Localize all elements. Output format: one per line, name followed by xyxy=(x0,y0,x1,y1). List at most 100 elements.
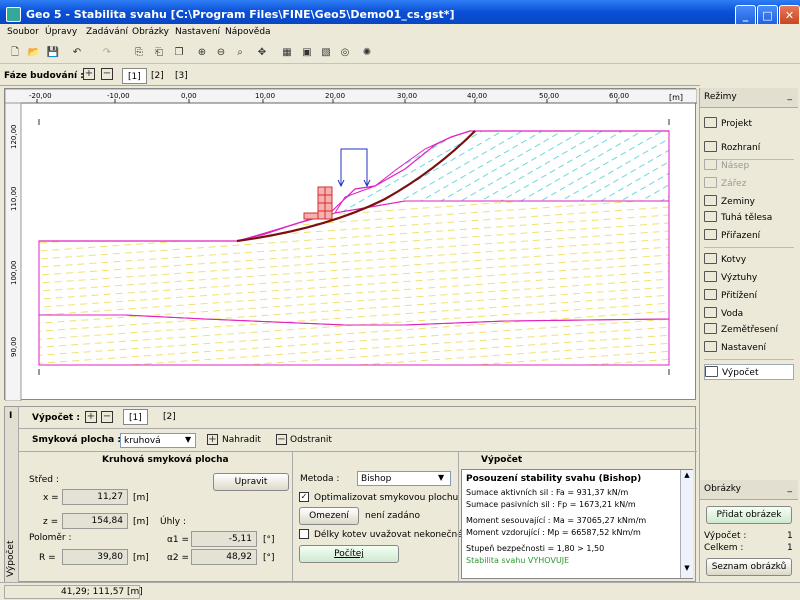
a2-field[interactable]: 48,92 xyxy=(191,549,257,565)
menu-upravy[interactable]: Úpravy xyxy=(45,27,77,37)
calc-label: Výpočet : xyxy=(32,413,80,423)
slip-type-select[interactable]: kruhová ▼ xyxy=(120,433,196,448)
app-icon xyxy=(6,7,21,22)
minimize-button[interactable]: _ xyxy=(735,5,756,26)
menu-nastaveni[interactable]: Nastavení xyxy=(175,27,220,37)
edit-button[interactable]: Upravit xyxy=(213,473,289,491)
add-image-button[interactable]: Přidat obrázek xyxy=(706,506,792,524)
undo-icon[interactable]: ↶ xyxy=(70,46,84,60)
fit-icon[interactable]: ▧ xyxy=(319,46,333,60)
menu-napoveda[interactable]: Nápověda xyxy=(225,27,271,37)
optimize-label: Optimalizovat smykovou plochu xyxy=(314,493,459,503)
mode-item-nasep[interactable]: Násep xyxy=(704,158,794,174)
mode-item-nastaveni[interactable]: Nastavení xyxy=(704,340,794,356)
status-bar: 41,29; 111,57 [m] xyxy=(0,582,800,600)
menu-obrazky[interactable]: Obrázky xyxy=(132,27,169,37)
mode-item-rozhrani[interactable]: Rozhraní xyxy=(704,140,794,156)
mode-item-label: Zemětřesení xyxy=(721,325,779,335)
mode-item-label: Přiřazení xyxy=(721,231,761,241)
r-field[interactable]: 39,80 xyxy=(62,549,128,565)
zoom-in-icon[interactable]: ⊕ xyxy=(195,46,209,60)
mode-item-label: Násep xyxy=(721,161,750,171)
add-stage-icon[interactable]: + xyxy=(83,68,95,80)
select-box-icon[interactable]: ▣ xyxy=(300,46,314,60)
zoom-out-icon[interactable]: ⊖ xyxy=(214,46,228,60)
image-list-button[interactable]: Seznam obrázků xyxy=(706,558,792,576)
new-file-icon[interactable]: 🗋 xyxy=(8,46,22,60)
paste-stage-icon[interactable]: ⎗ xyxy=(152,46,166,60)
mode-item-zemetreseni[interactable]: Zemětřesení xyxy=(704,322,794,338)
calculate-button[interactable]: Počítej xyxy=(299,545,399,563)
mode-item-projekt[interactable]: Projekt xyxy=(704,116,794,132)
anchors-label: Délky kotev uvažovat nekonečné xyxy=(314,530,463,540)
method-select[interactable]: Bishop ▼ xyxy=(357,471,451,486)
stage-tab-1[interactable]: [1] xyxy=(122,68,147,84)
optimize-checkbox[interactable]: ✓ xyxy=(299,492,309,502)
total-images-count: 1 xyxy=(787,543,793,553)
mode-item-zeminy[interactable]: Zeminy xyxy=(704,194,794,210)
calc-tab-1[interactable]: [1] xyxy=(123,409,148,425)
remove-stage-icon[interactable]: − xyxy=(101,68,113,80)
maximize-button[interactable]: □ xyxy=(757,5,778,26)
redo-icon[interactable]: ↷ xyxy=(100,46,114,60)
stage-tab-3[interactable]: [3] xyxy=(170,68,193,84)
mode-separator xyxy=(704,247,794,248)
result-verdict: Stabilita svahu VYHOVUJE xyxy=(466,556,570,565)
collapse-icon[interactable]: _ xyxy=(788,483,793,493)
z-field[interactable]: 154,84 xyxy=(62,513,128,529)
stage-tab-2[interactable]: [2] xyxy=(146,68,169,84)
a1-unit: [°] xyxy=(263,535,275,545)
mode-item-pritizeni[interactable]: Přitížení xyxy=(704,288,794,304)
vypocet-icon xyxy=(705,366,718,377)
save-icon[interactable]: 💾 xyxy=(46,46,60,60)
remove-label[interactable]: Odstranit xyxy=(290,435,332,445)
scroll-down-icon[interactable]: ▼ xyxy=(682,564,692,576)
menu-zadavani[interactable]: Zadávání xyxy=(86,27,128,37)
mode-item-vyztuhy[interactable]: Výztuhy xyxy=(704,270,794,286)
anchors-checkbox[interactable] xyxy=(299,529,309,539)
y-tick-label: 90,00 xyxy=(10,337,18,357)
toolbar xyxy=(0,42,800,64)
copy-icon[interactable]: ❐ xyxy=(172,46,186,60)
limits-button[interactable]: Omezení xyxy=(299,507,359,525)
mode-item-vypocet[interactable]: Výpočet xyxy=(704,364,794,380)
menu-soubor[interactable]: Soubor xyxy=(7,27,39,37)
collapse-icon[interactable]: _ xyxy=(788,91,793,101)
x-tick-label: -10,00 xyxy=(107,92,130,100)
x-tick-label: 60,00 xyxy=(609,92,629,100)
y-tick-label: 110,00 xyxy=(10,187,18,212)
copy-stage-icon[interactable]: ⎘ xyxy=(132,46,146,60)
mode-item-voda[interactable]: Voda xyxy=(704,306,794,322)
close-button[interactable]: ✕ xyxy=(779,5,800,26)
mode-item-prirazeni[interactable]: Přiřazení xyxy=(704,228,794,244)
zoom-fit-icon[interactable]: ◎ xyxy=(338,46,352,60)
scroll-up-icon[interactable]: ▲ xyxy=(682,471,692,483)
drawing-canvas[interactable]: -20,00 -10,00 0,00 10,00 20,00 30,00 40,00 50,0… xyxy=(4,88,698,402)
add-calc-icon[interactable]: + xyxy=(85,411,97,423)
soil-layer-middle xyxy=(38,200,670,326)
calc-tab-2[interactable]: [2] xyxy=(158,409,181,425)
zarez-icon xyxy=(704,177,717,188)
remove-calc-icon[interactable]: − xyxy=(101,411,113,423)
gabion-wall xyxy=(303,186,333,220)
mode-item-kotvy[interactable]: Kotvy xyxy=(704,252,794,268)
mode-item-zarez[interactable]: Zářez xyxy=(704,176,794,192)
replace-label[interactable]: Nahradit xyxy=(222,435,261,445)
r-label: R = xyxy=(39,553,56,563)
zoom-window-icon[interactable]: ⌕ xyxy=(233,46,247,60)
select-rect-icon[interactable]: ▦ xyxy=(280,46,294,60)
settings-icon[interactable]: ✺ xyxy=(360,46,374,60)
angles-label: Úhly : xyxy=(160,517,187,527)
remove-icon[interactable]: − xyxy=(276,434,287,445)
replace-icon[interactable]: + xyxy=(207,434,218,445)
results-scrollbar[interactable]: ▲ ▼ xyxy=(680,470,693,578)
calculate-button-label: Počítej xyxy=(334,549,364,559)
open-file-icon[interactable]: 📂 xyxy=(27,46,41,60)
chevron-down-icon: ▼ xyxy=(185,435,192,444)
side-tab-label[interactable]: Výpočet xyxy=(6,541,16,577)
pan-icon[interactable]: ✥ xyxy=(255,46,269,60)
mode-item-tuha-telesa[interactable]: Tuhá tělesa xyxy=(704,210,794,226)
a1-field[interactable]: -5,11 xyxy=(191,531,257,547)
result-safety-factor: Stupeň bezpečnosti = 1,80 > 1,50 xyxy=(466,544,605,553)
x-field[interactable]: 11,27 xyxy=(62,489,128,505)
